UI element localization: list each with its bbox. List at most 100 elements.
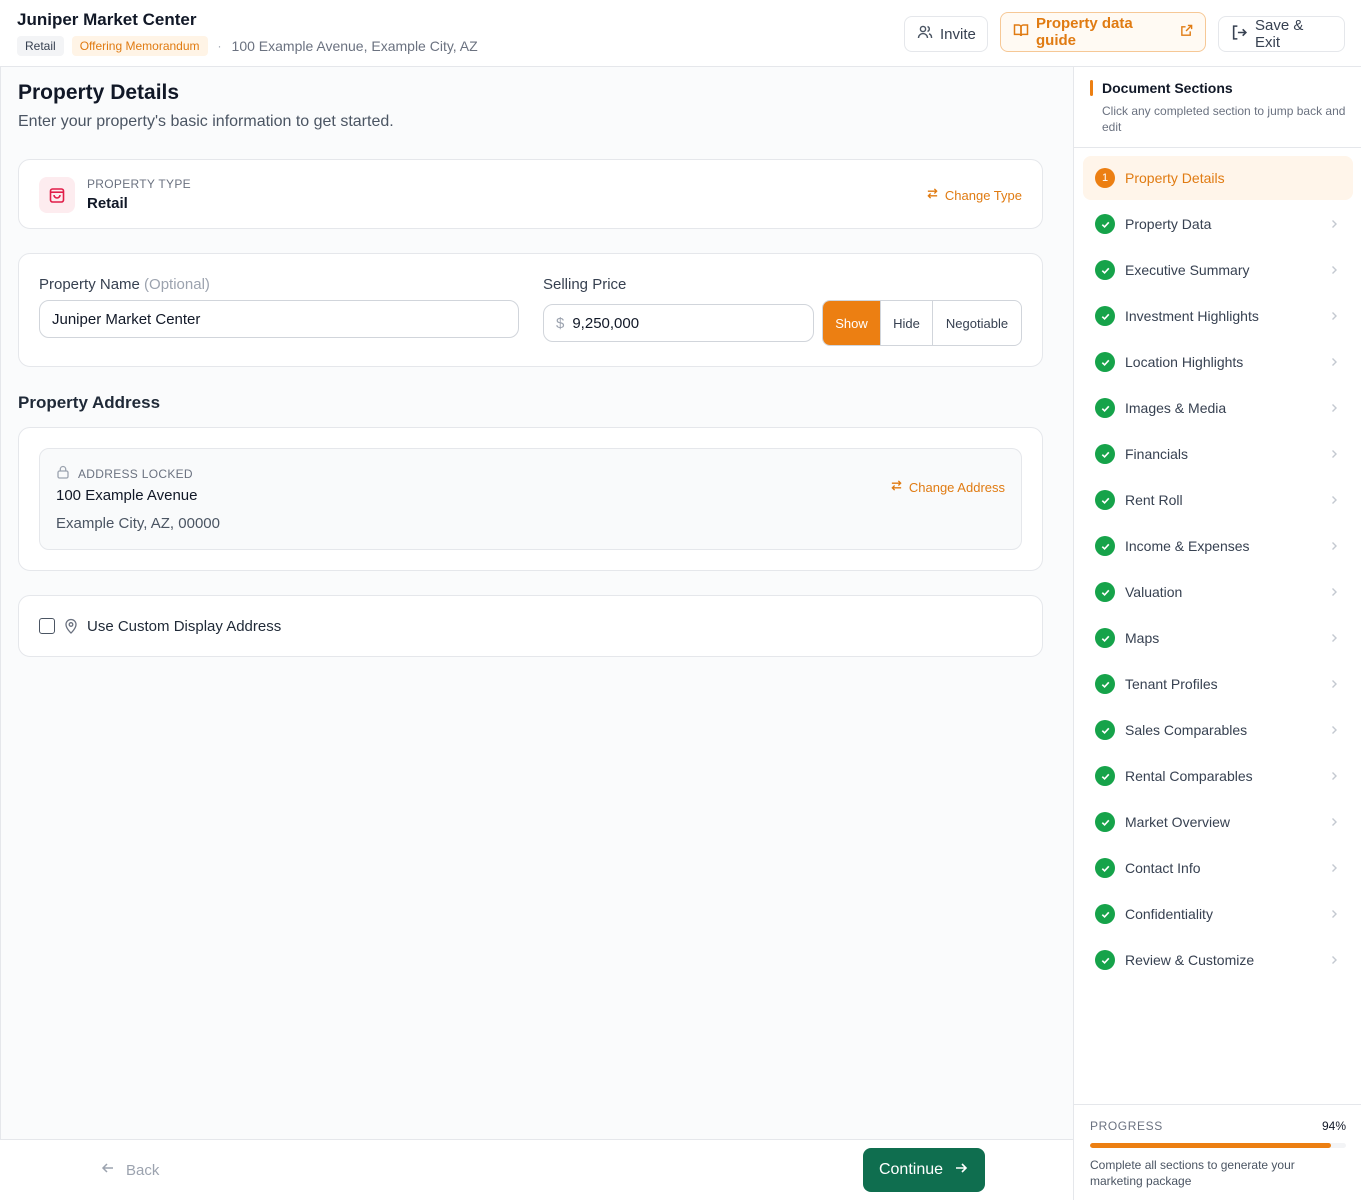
accent-bar bbox=[1090, 80, 1093, 96]
invite-button[interactable]: Invite bbox=[904, 16, 988, 52]
sidebar-item-property-data[interactable]: Property Data bbox=[1083, 202, 1353, 246]
progress-note: Complete all sections to generate your m… bbox=[1090, 1158, 1295, 1188]
sidebar-item-images-and-media[interactable]: Images & Media bbox=[1083, 386, 1353, 430]
sidebar-item-label: Contact Info bbox=[1125, 860, 1201, 876]
document-title: Juniper Market Center bbox=[17, 10, 197, 29]
step-number-badge: 1 bbox=[1095, 168, 1115, 188]
sidebar-item-valuation[interactable]: Valuation bbox=[1083, 570, 1353, 614]
address-section-heading: Property Address bbox=[18, 393, 161, 412]
arrow-left-icon bbox=[100, 1160, 116, 1180]
address-line-1: 100 Example Avenue bbox=[56, 487, 198, 504]
check-circle-icon bbox=[1095, 812, 1115, 832]
progress-fill bbox=[1090, 1143, 1331, 1148]
continue-button[interactable]: Continue bbox=[863, 1148, 985, 1192]
price-show-option[interactable]: Show bbox=[823, 301, 880, 345]
price-negotiable-option[interactable]: Negotiable bbox=[932, 301, 1021, 345]
check-circle-icon bbox=[1095, 536, 1115, 556]
selling-price-value: 9,250,000 bbox=[572, 314, 640, 332]
header-meta: Retail Offering Memorandum · 100 Example… bbox=[17, 36, 478, 56]
sidebar-item-rental-comparables[interactable]: Rental Comparables bbox=[1083, 754, 1353, 798]
footer-bar: Back Continue bbox=[0, 1139, 1073, 1200]
price-visibility-toggle: Show Hide Negotiable bbox=[822, 300, 1022, 346]
logout-icon bbox=[1231, 24, 1248, 45]
check-circle-icon bbox=[1095, 950, 1115, 970]
sidebar-item-review-and-customize[interactable]: Review & Customize bbox=[1083, 938, 1353, 982]
back-button[interactable]: Back bbox=[100, 1160, 159, 1180]
property-info-card: Property Name (Optional) Juniper Market … bbox=[18, 253, 1043, 367]
sidebar-item-property-details[interactable]: 1 Property Details bbox=[1083, 156, 1353, 200]
sidebar-item-label: Rental Comparables bbox=[1125, 768, 1253, 784]
sidebar-item-label: Property Data bbox=[1125, 216, 1212, 232]
sidebar-item-sales-comparables[interactable]: Sales Comparables bbox=[1083, 708, 1353, 752]
sidebar-item-label: Rent Roll bbox=[1125, 492, 1183, 508]
sidebar-item-contact-info[interactable]: Contact Info bbox=[1083, 846, 1353, 890]
sidebar-item-maps[interactable]: Maps bbox=[1083, 616, 1353, 660]
sidebar-item-location-highlights[interactable]: Location Highlights bbox=[1083, 340, 1353, 384]
chevron-right-icon bbox=[1329, 861, 1339, 879]
sidebar-header: Document Sections Click any completed se… bbox=[1074, 67, 1361, 148]
selling-price-label: Selling Price bbox=[543, 276, 627, 293]
check-circle-icon bbox=[1095, 398, 1115, 418]
sidebar-item-financials[interactable]: Financials bbox=[1083, 432, 1353, 476]
check-circle-icon bbox=[1095, 766, 1115, 786]
save-exit-label: Save & Exit bbox=[1255, 17, 1304, 51]
save-exit-button[interactable]: Save & Exit bbox=[1218, 16, 1345, 52]
chevron-right-icon bbox=[1329, 447, 1339, 465]
chevron-right-icon bbox=[1329, 677, 1339, 695]
sidebar-item-label: Executive Summary bbox=[1125, 262, 1250, 278]
change-address-label: Change Address bbox=[908, 479, 1005, 495]
custom-address-checkbox[interactable] bbox=[39, 618, 55, 634]
document-type-tag: Offering Memorandum bbox=[71, 36, 208, 56]
book-icon bbox=[1013, 22, 1029, 42]
sidebar-item-tenant-profiles[interactable]: Tenant Profiles bbox=[1083, 662, 1353, 706]
check-circle-icon bbox=[1095, 720, 1115, 740]
price-hide-option[interactable]: Hide bbox=[880, 301, 932, 345]
change-type-label: Change Type bbox=[944, 187, 1022, 203]
check-circle-icon bbox=[1095, 628, 1115, 648]
selling-price-input[interactable]: $ 9,250,000 bbox=[543, 304, 814, 342]
property-name-input[interactable]: Juniper Market Center bbox=[39, 300, 519, 338]
check-circle-icon bbox=[1095, 214, 1115, 234]
guide-label: Property data guide bbox=[1036, 15, 1133, 49]
page-title: Property Details bbox=[18, 81, 180, 104]
custom-address-label: Use Custom Display Address bbox=[87, 618, 282, 635]
main-content: Property Details Enter your property's b… bbox=[0, 67, 1073, 1139]
page-subtitle: Enter your property's basic information … bbox=[18, 113, 394, 130]
sidebar-item-label: Confidentiality bbox=[1125, 906, 1213, 922]
sidebar-item-rent-roll[interactable]: Rent Roll bbox=[1083, 478, 1353, 522]
swap-icon bbox=[926, 187, 939, 203]
shopping-bag-icon bbox=[39, 177, 75, 213]
sidebar-subtitle: Click any completed section to jump back… bbox=[1102, 104, 1346, 134]
optional-hint: (Optional) bbox=[144, 276, 210, 293]
change-address-link[interactable]: Change Address bbox=[890, 479, 1005, 495]
sidebar-item-confidentiality[interactable]: Confidentiality bbox=[1083, 892, 1353, 936]
property-name-label-text: Property Name bbox=[39, 276, 140, 293]
address-locked-row: ADDRESS LOCKED bbox=[56, 465, 193, 482]
invite-label: Invite bbox=[940, 25, 976, 43]
chevron-right-icon bbox=[1329, 217, 1339, 235]
external-link-icon bbox=[1180, 24, 1193, 41]
check-circle-icon bbox=[1095, 260, 1115, 280]
sidebar-item-label: Sales Comparables bbox=[1125, 722, 1248, 738]
chevron-right-icon bbox=[1329, 401, 1339, 419]
sidebar-item-market-overview[interactable]: Market Overview bbox=[1083, 800, 1353, 844]
chevron-right-icon bbox=[1329, 539, 1339, 557]
progress-bar bbox=[1090, 1143, 1346, 1148]
map-pin-icon bbox=[64, 618, 78, 639]
property-type-card: PROPERTY TYPE Retail Change Type bbox=[18, 159, 1043, 229]
property-name-label: Property Name (Optional) bbox=[39, 276, 210, 293]
sidebar-item-label: Income & Expenses bbox=[1125, 538, 1250, 554]
sidebar-item-label: Location Highlights bbox=[1125, 354, 1244, 370]
sidebar-item-label: Investment Highlights bbox=[1125, 308, 1259, 324]
change-type-link[interactable]: Change Type bbox=[926, 187, 1022, 203]
meta-separator: · bbox=[217, 39, 222, 53]
property-data-guide-button[interactable]: Property data guide bbox=[1000, 12, 1206, 52]
sidebar-item-income-and-expenses[interactable]: Income & Expenses bbox=[1083, 524, 1353, 568]
sidebar-item-label: Valuation bbox=[1125, 584, 1183, 600]
sidebar-title: Document Sections bbox=[1102, 80, 1233, 96]
back-label: Back bbox=[126, 1161, 160, 1179]
chevron-right-icon bbox=[1329, 953, 1339, 971]
sidebar-item-executive-summary[interactable]: Executive Summary bbox=[1083, 248, 1353, 292]
continue-label: Continue bbox=[878, 1161, 944, 1178]
sidebar-item-investment-highlights[interactable]: Investment Highlights bbox=[1083, 294, 1353, 338]
